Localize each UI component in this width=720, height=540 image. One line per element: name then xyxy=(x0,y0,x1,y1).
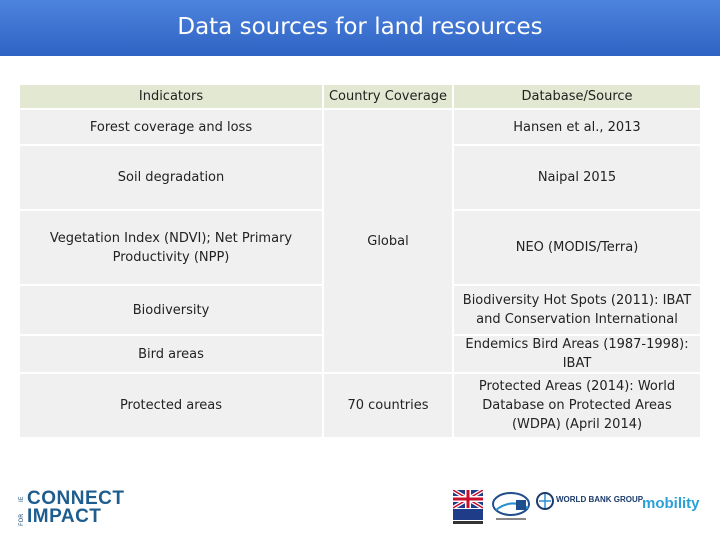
indicator-biodiversity: Biodiversity xyxy=(20,286,322,334)
indicator-vegetation-index: Vegetation Index (NDVI); Net Primary Pro… xyxy=(20,211,322,284)
logo-for-text: FOR xyxy=(18,513,25,526)
coverage-global: Global xyxy=(324,110,452,372)
coverage-70-countries: 70 countries xyxy=(324,374,452,437)
indicator-forest-coverage: Forest coverage and loss xyxy=(20,110,322,144)
mobility-text: mobility xyxy=(642,495,700,512)
logo-impact-text: IMPACT xyxy=(27,506,102,527)
page-title: Data sources for land resources xyxy=(177,14,543,40)
world-bank-group-logo: WORLD BANK GROUP xyxy=(536,490,643,520)
iiasa-logo xyxy=(490,490,532,524)
source-naipal: Naipal 2015 xyxy=(454,146,700,209)
worldbank-text: WORLD BANK GROUP xyxy=(556,495,644,504)
sustainable-mobility-logo: mobility xyxy=(636,488,706,524)
source-wdpa: Protected Areas (2014): World Database o… xyxy=(454,374,700,437)
source-neo-modis: NEO (MODIS/Terra) xyxy=(454,211,700,284)
indicator-protected-areas: Protected areas xyxy=(20,374,322,437)
header-indicators: Indicators xyxy=(20,85,322,108)
source-biodiversity-hotspots: Biodiversity Hot Spots (2011): IBAT and … xyxy=(454,286,700,334)
logo-ie-text: IE xyxy=(18,496,25,502)
header-database-source: Database/Source xyxy=(454,85,700,108)
source-hansen: Hansen et al., 2013 xyxy=(454,110,700,144)
indicator-bird-areas: Bird areas xyxy=(20,336,322,372)
ukaid-logo xyxy=(451,488,485,524)
source-endemic-bird-areas: Endemics Bird Areas (1987-1998): IBAT xyxy=(454,336,700,372)
connect-for-impact-logo: IE FOR CONNECT IMPACT xyxy=(18,488,148,528)
header-country-coverage: Country Coverage xyxy=(324,85,452,108)
indicator-soil-degradation: Soil degradation xyxy=(20,146,322,209)
